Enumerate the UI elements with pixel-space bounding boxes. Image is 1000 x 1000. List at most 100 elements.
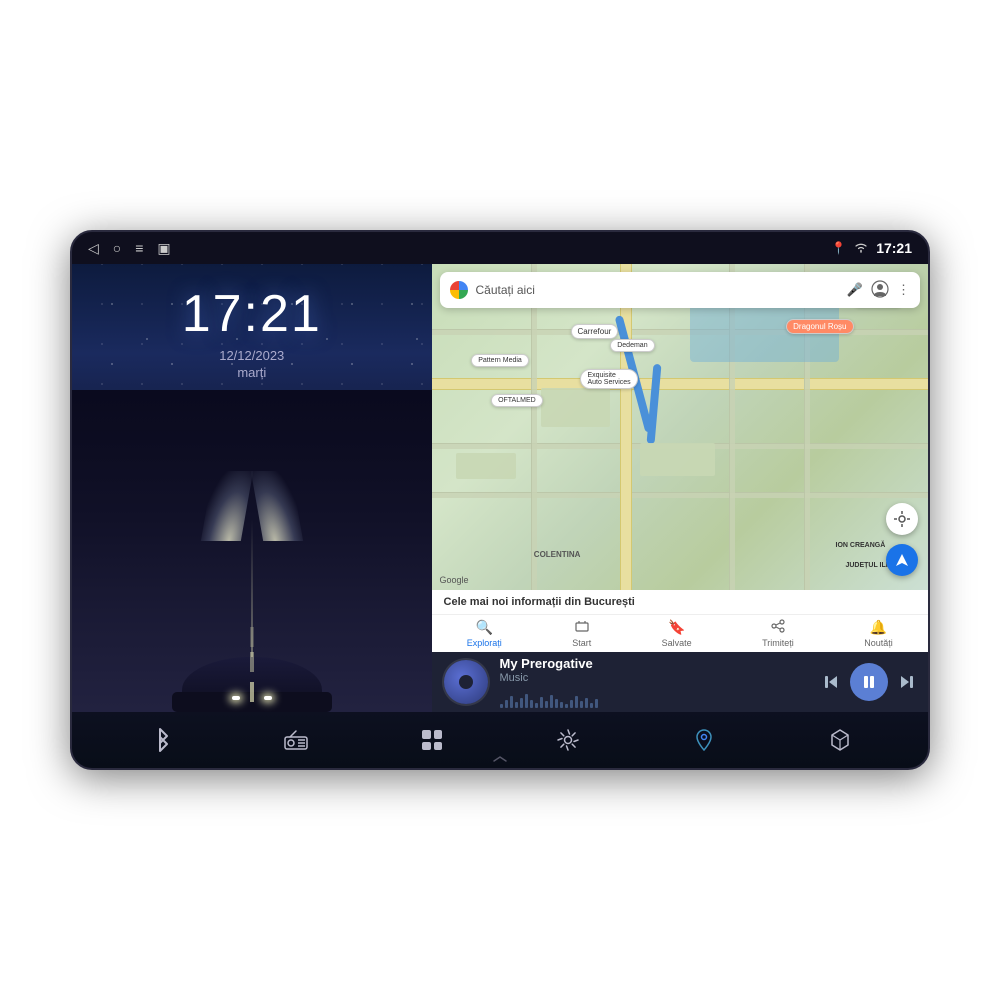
dock-item-bluetooth[interactable] (138, 718, 182, 762)
road-center-line (250, 682, 254, 702)
lock-day: marți (237, 365, 266, 380)
waveform-bar (575, 696, 578, 708)
car-light-left (232, 696, 240, 700)
more-options-icon[interactable]: ⋮ (897, 282, 910, 298)
waveform-bar (500, 704, 503, 708)
waveform-bar (520, 698, 523, 708)
nav-buttons: ◁ ○ ≡ ▣ (88, 240, 171, 257)
car-tunnel-visual (72, 390, 432, 712)
waveform-bar (535, 703, 538, 708)
voice-search-icon[interactable]: 🎤 (847, 282, 863, 298)
music-player: My Prerogative Music (432, 652, 928, 712)
location-icon: 📍 (831, 241, 846, 255)
poi-pattern: Pattern Media (471, 354, 529, 367)
start-icon (575, 619, 589, 636)
home-icon[interactable]: ○ (113, 240, 121, 256)
status-bar: ◁ ○ ≡ ▣ 📍 17:21 (72, 232, 928, 264)
poi-dedeman: Dedeman (610, 339, 654, 352)
lock-date: 12/12/2023 (219, 348, 284, 363)
music-title: My Prerogative (500, 656, 810, 671)
waveform-bar (570, 700, 573, 708)
maps-nav-explore[interactable]: 🔍 Explorați (467, 619, 502, 648)
saved-icon: 🔖 (668, 619, 685, 636)
device: ◁ ○ ≡ ▣ 📍 17:21 17:21 12/12/2023 marți (70, 230, 930, 770)
map-search-bar[interactable]: Căutați aici 🎤 ⋮ (440, 272, 920, 308)
dock-item-cube[interactable] (818, 718, 862, 762)
next-button[interactable] (898, 673, 916, 691)
status-indicators: 📍 17:21 (831, 240, 912, 256)
news-icon: 🔔 (870, 619, 887, 636)
grid-cell (434, 742, 443, 751)
dock-item-apps[interactable] (410, 718, 454, 762)
maps-nav-news[interactable]: 🔔 Noutăți (864, 619, 893, 648)
waveform-bar (540, 697, 543, 708)
waveform-bar (555, 699, 558, 708)
maps-nav-share[interactable]: Trimiteți (762, 619, 794, 648)
map-section[interactable]: Carrefour Dragonul Roșu Pattern Media De… (432, 264, 928, 590)
waveform-bar (565, 704, 568, 708)
music-waveform (500, 688, 810, 708)
saved-label: Salvate (662, 638, 692, 648)
menu-icon[interactable]: ≡ (135, 240, 143, 256)
waveform-bar (545, 701, 548, 708)
waveform-bar (525, 694, 528, 708)
lock-time: 17:21 (182, 284, 322, 344)
wifi-icon (854, 241, 868, 256)
waveform-bar (580, 701, 583, 708)
maps-info-bar: Cele mai noi informații din București (432, 590, 928, 614)
waveform-bar (550, 695, 553, 708)
right-panel: Carrefour Dragonul Roșu Pattern Media De… (432, 264, 928, 712)
music-subtitle: Music (500, 672, 810, 684)
back-icon[interactable]: ◁ (88, 240, 99, 257)
share-icon (771, 619, 785, 636)
waveform-bar (595, 699, 598, 708)
grid-cell (434, 730, 443, 739)
maps-nav-saved[interactable]: 🔖 Salvate (662, 619, 692, 648)
poi-oftalmed: OFTALMED (491, 394, 543, 407)
waveform-bar (510, 696, 513, 708)
waveform-bar (515, 702, 518, 708)
grid-cell (422, 730, 431, 739)
label-colentina: COLENTINA (531, 549, 584, 560)
waveform-bar (505, 700, 508, 708)
dock-item-settings[interactable] (546, 718, 590, 762)
waveform-bar (530, 700, 533, 708)
music-info: My Prerogative Music (500, 656, 810, 708)
dock-item-maps[interactable] (682, 718, 726, 762)
explore-label: Explorați (467, 638, 502, 648)
account-icon[interactable] (871, 280, 889, 301)
search-action-icons: 🎤 ⋮ (847, 280, 910, 301)
map-location-button[interactable] (886, 503, 918, 535)
google-maps-icon (450, 281, 468, 299)
car-light-right (264, 696, 272, 700)
map-navigate-button[interactable] (886, 544, 918, 576)
screenshot-icon[interactable]: ▣ (157, 240, 170, 257)
search-placeholder[interactable]: Căutați aici (476, 283, 839, 297)
album-art-inner (459, 675, 473, 689)
poi-carrefour: Carrefour (571, 324, 619, 339)
main-content: 17:21 12/12/2023 marți (72, 264, 928, 712)
google-watermark: Google (440, 575, 469, 585)
bottom-dock (72, 712, 928, 768)
waveform-bar (585, 698, 588, 708)
grid-cell (422, 742, 431, 751)
status-time: 17:21 (876, 240, 912, 256)
dock-item-radio[interactable] (274, 718, 318, 762)
start-label: Start (572, 638, 591, 648)
explore-icon: 🔍 (476, 619, 493, 636)
label-ion-creanga: ION CREANGĂ (833, 541, 889, 550)
waveform-bar (560, 702, 563, 708)
news-label: Noutăți (864, 638, 893, 648)
previous-button[interactable] (822, 673, 840, 691)
waveform-bar (590, 703, 593, 708)
album-art (444, 660, 488, 704)
play-pause-button[interactable] (850, 663, 888, 701)
maps-info-text: Cele mai noi informații din București (444, 596, 635, 608)
apps-grid-icon (422, 730, 442, 750)
dock-chevron-up[interactable] (492, 755, 508, 766)
maps-nav-start[interactable]: Start (572, 619, 591, 648)
poi-exquisite: ExquisiteAuto Services (580, 369, 637, 389)
poi-dragonul: Dragonul Roșu (786, 319, 853, 334)
share-label: Trimiteți (762, 638, 794, 648)
maps-bottom-nav: 🔍 Explorați Start 🔖 Salvate (432, 614, 928, 652)
